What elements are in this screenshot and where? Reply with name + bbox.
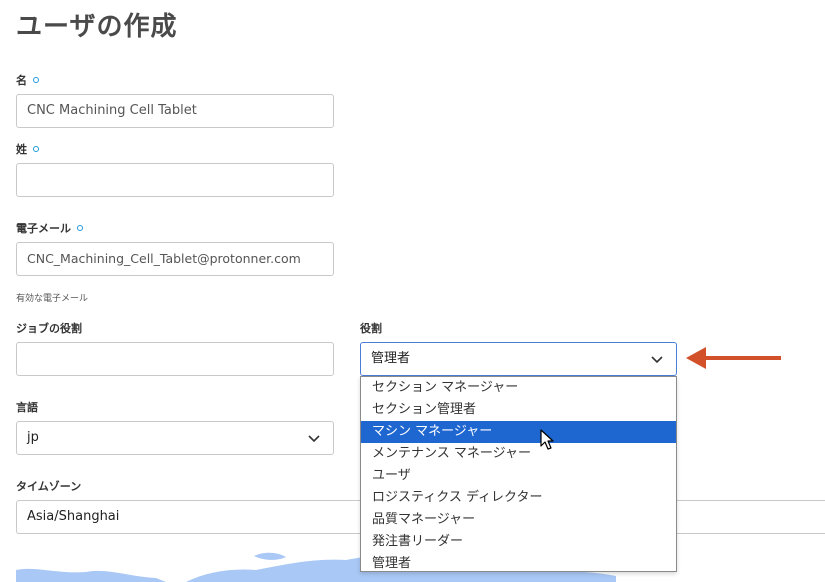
last-name-label-text: 姓 (16, 143, 27, 156)
timezone-select-value: Asia/Shanghai (27, 509, 120, 524)
role-option[interactable]: セクション管理者 (361, 399, 676, 421)
last-name-input[interactable] (16, 163, 334, 197)
last-name-label: 姓 (16, 141, 39, 157)
role-option[interactable]: ユーザ (361, 465, 676, 487)
email-label-text: 電子メール (16, 222, 71, 235)
email-hint: 有効な電子メール (16, 294, 89, 304)
role-option[interactable]: メンテナンス マネージャー (361, 443, 676, 465)
language-select[interactable]: jp (16, 421, 334, 455)
role-select-value: 管理者 (371, 351, 411, 366)
role-label: 役割 (360, 322, 382, 335)
language-label: 言語 (16, 401, 38, 414)
role-option-highlighted[interactable]: マシン マネージャー (361, 421, 676, 443)
required-dot-icon (33, 146, 39, 152)
role-option[interactable]: 品質マネージャー (361, 509, 676, 531)
chevron-down-icon (651, 356, 663, 364)
page-title: ユーザの作成 (16, 12, 178, 42)
role-option[interactable]: ロジスティクス ディレクター (361, 487, 676, 509)
chevron-down-icon (308, 435, 320, 443)
required-dot-icon (77, 225, 83, 231)
job-role-label: ジョブの役割 (16, 322, 82, 335)
role-option[interactable]: 管理者 (361, 553, 676, 575)
red-arrow-icon (686, 347, 781, 369)
mouse-pointer-icon (540, 429, 554, 450)
required-dot-icon (33, 77, 39, 83)
timezone-label: タイムゾーン (16, 480, 82, 493)
role-option[interactable]: セクション マネージャー (361, 377, 676, 399)
first-name-input[interactable]: CNC Machining Cell Tablet (16, 94, 334, 128)
language-select-value: jp (27, 430, 39, 445)
email-input[interactable]: CNC_Machining_Cell_Tablet@protonner.com (16, 242, 334, 276)
first-name-label-text: 名 (16, 74, 27, 87)
role-dropdown-list: セクション マネージャー セクション管理者 マシン マネージャー メンテナンス … (360, 376, 677, 572)
first-name-label: 名 (16, 72, 39, 88)
role-option[interactable]: 発注書リーダー (361, 531, 676, 553)
email-label: 電子メール (16, 220, 83, 236)
job-role-input[interactable] (16, 342, 334, 376)
role-select[interactable]: 管理者 (360, 342, 677, 376)
